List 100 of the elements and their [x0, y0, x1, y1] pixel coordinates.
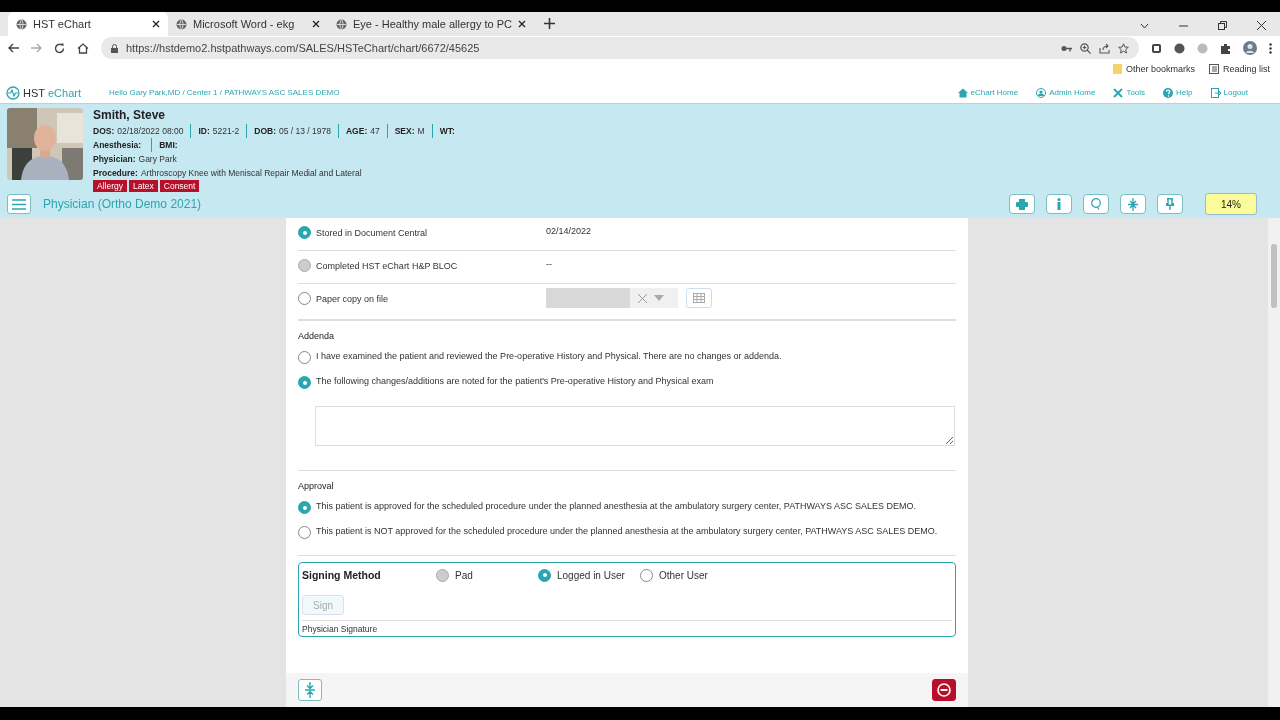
option-label: Logged in User	[557, 569, 625, 581]
star-icon[interactable]	[1118, 42, 1129, 54]
close-icon[interactable]	[152, 20, 160, 28]
alert-tag[interactable]: Consent	[159, 180, 200, 192]
field-label: Procedure:	[93, 168, 138, 178]
section-heading: Addenda	[298, 331, 336, 341]
key-icon[interactable]	[1061, 44, 1072, 52]
search-button[interactable]	[1083, 194, 1109, 214]
radio-button[interactable]	[298, 226, 311, 239]
calendar-icon	[693, 293, 705, 303]
globe-icon	[336, 18, 347, 30]
lock-icon	[111, 43, 118, 53]
plus-icon[interactable]	[543, 18, 555, 29]
field-label: Anesthesia:	[93, 140, 142, 150]
date-field[interactable]	[546, 288, 678, 308]
radio-button[interactable]	[298, 376, 311, 389]
scrollbar-thumb[interactable]	[1271, 244, 1277, 308]
chevron-down-icon[interactable]	[1140, 22, 1149, 29]
option-label: The following changes/additions are noted for the patient's Pre-operative History and Physical exam	[316, 376, 714, 386]
home-icon[interactable]	[77, 42, 89, 54]
share-icon[interactable]	[1099, 42, 1110, 54]
collapse-arrows-icon	[1128, 197, 1138, 211]
option-label: Paper copy on file	[316, 293, 389, 304]
radio-button[interactable]	[298, 292, 311, 305]
forward-icon[interactable]	[31, 43, 42, 53]
option-label: I have examined the patient and reviewed the Pre-operative History and Physical. There are no changes or addenda.	[316, 351, 782, 361]
calendar-button[interactable]	[686, 288, 712, 308]
globe-icon	[16, 18, 27, 30]
back-icon[interactable]	[8, 43, 19, 53]
patient-name: Smith, Steve	[93, 108, 167, 123]
option-label: Stored in Document Central	[316, 227, 428, 238]
radio-button[interactable]	[538, 568, 551, 582]
field-value: M	[417, 126, 425, 136]
logout-icon	[1210, 87, 1221, 98]
section-title: Physician (Ortho Demo 2021)	[43, 197, 203, 211]
field-label: SEX:	[394, 126, 415, 136]
date-value: 02/14/2022	[546, 226, 592, 236]
zoom-icon[interactable]	[1080, 42, 1091, 54]
option-label: This patient is approved for the scheduled procedure under the planned anesthesia at the ambulatory surgery center, PATHWAYS ASC SALES DEMO.	[316, 501, 916, 511]
field-label: DOS:	[93, 126, 115, 136]
help-icon	[1163, 87, 1174, 98]
field-label: AGE:	[346, 126, 368, 136]
print-button[interactable]	[1009, 194, 1035, 214]
folder-icon	[1112, 64, 1122, 74]
cancel-button[interactable]	[932, 679, 956, 701]
reload-icon[interactable]	[54, 42, 65, 54]
collapse-arrows-icon	[304, 682, 316, 698]
option-label: Pad	[455, 569, 473, 581]
browser-tab[interactable]: Eye - Healthy male allergy to PC	[328, 12, 534, 36]
radio-button[interactable]	[298, 501, 311, 514]
dropdown-arrow-icon[interactable]	[654, 295, 664, 301]
globe-icon	[176, 18, 187, 30]
pin-button[interactable]	[1157, 194, 1183, 214]
signature-label: Physician Signature	[302, 620, 952, 634]
progress-indicator: 14%	[1205, 193, 1257, 215]
tools-icon	[1113, 87, 1124, 98]
alert-tag[interactable]: Allergy	[93, 180, 127, 192]
field-label: WT:	[439, 126, 455, 136]
info-button[interactable]	[1046, 194, 1072, 214]
field-value: Arthroscopy Knee with Meniscal Repair Medial and Lateral	[140, 168, 362, 178]
bookmark-link[interactable]: Reading list	[1222, 64, 1270, 74]
field-value: 5221-2	[212, 126, 240, 136]
close-icon[interactable]	[312, 20, 320, 28]
alert-tag[interactable]: Latex	[129, 180, 158, 192]
field-value: 47	[370, 126, 380, 136]
logo-text: eChart	[48, 86, 82, 99]
bookmark-link[interactable]: Other bookmarks	[1125, 64, 1195, 74]
more-icon[interactable]	[1269, 42, 1272, 54]
close-icon[interactable]	[1257, 21, 1266, 30]
collapse-button[interactable]	[1120, 194, 1146, 214]
field-label: DOB:	[254, 126, 276, 136]
extension-icon[interactable]	[1174, 42, 1185, 54]
option-label: Other User	[659, 569, 708, 581]
clear-icon[interactable]	[637, 293, 647, 303]
option-label: Completed HST eChart H&P BLOC	[316, 260, 458, 271]
minimize-icon[interactable]	[1179, 24, 1188, 27]
field-label: ID:	[198, 126, 210, 136]
radio-button[interactable]	[298, 351, 311, 364]
puzzle-icon[interactable]	[1220, 42, 1231, 54]
list-icon	[1208, 64, 1219, 74]
radio-button[interactable]	[298, 526, 311, 539]
menu-icon	[12, 198, 26, 210]
greeting-text: Hello Gary Park,MD / Center 1 / PATHWAYS ASC SALES DEMO	[109, 88, 341, 97]
pushpin-icon	[1166, 198, 1174, 210]
field-value: 02/18/2022 08:00	[117, 126, 184, 136]
field-value: 05 / 13 / 1978	[279, 126, 331, 136]
radio-button[interactable]	[640, 568, 653, 582]
home-icon	[957, 87, 968, 98]
browser-tab[interactable]: HST eChart	[8, 12, 168, 36]
collapse-button[interactable]	[298, 679, 322, 701]
browser-tab[interactable]: Microsoft Word - ekg	[168, 12, 328, 36]
search-icon	[1091, 198, 1101, 210]
notes-field[interactable]	[315, 406, 955, 446]
restore-icon[interactable]	[1218, 21, 1227, 30]
minus-circle-icon	[937, 683, 951, 697]
avatar-icon[interactable]	[1243, 41, 1257, 55]
heartbeat-logo-icon	[6, 85, 20, 100]
extension-icon[interactable]	[1151, 42, 1162, 54]
close-icon[interactable]	[517, 20, 526, 28]
menu-button[interactable]	[7, 194, 31, 214]
